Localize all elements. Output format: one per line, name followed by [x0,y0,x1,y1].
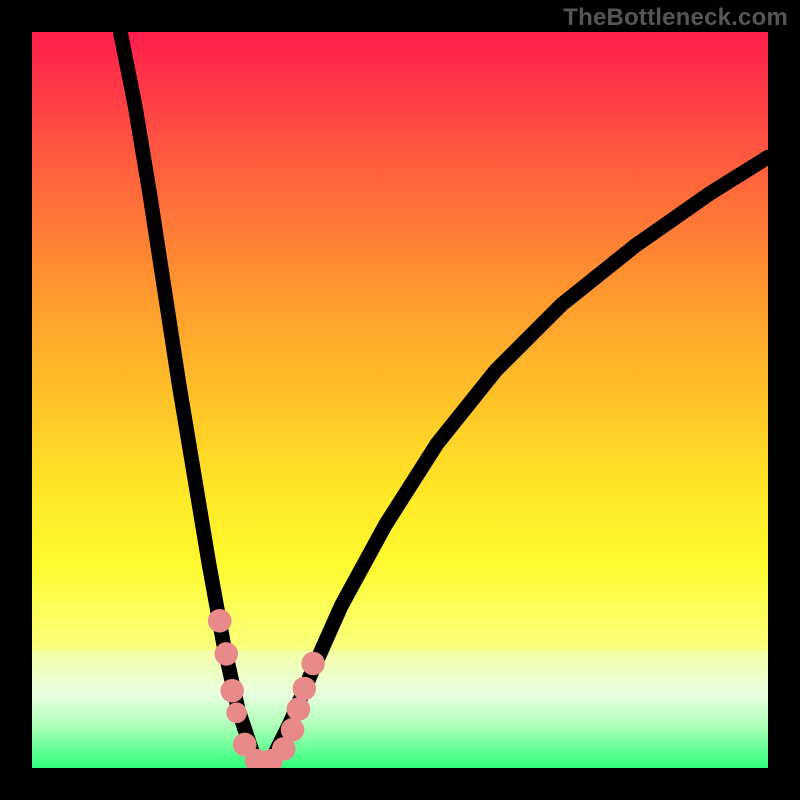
curve-layer [32,32,768,768]
data-dot [226,702,247,723]
data-dot [215,642,239,666]
chart-frame: TheBottleneck.com [0,0,800,800]
watermark-text: TheBottleneck.com [563,4,788,32]
data-dot [287,697,311,721]
data-dot [301,652,325,676]
right-curve [260,157,768,768]
data-dot [293,677,317,701]
plot-area [32,32,768,768]
data-dot [208,609,232,633]
data-dot [281,718,305,742]
left-curve [120,32,260,768]
data-dot [220,679,244,703]
